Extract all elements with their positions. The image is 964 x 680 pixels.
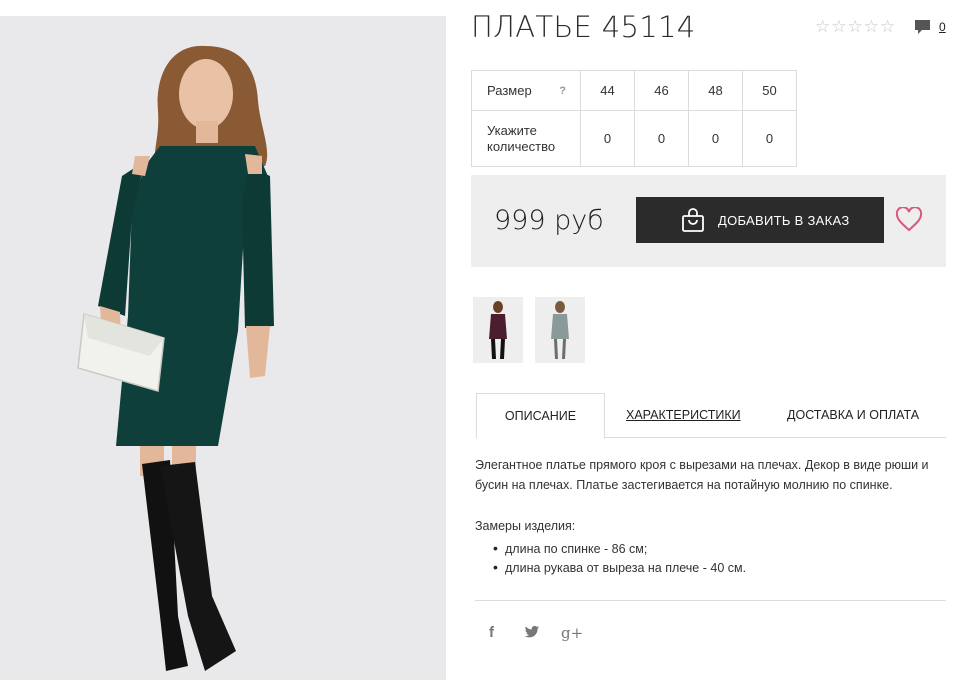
size-table: Размер? 44 46 48 50 Укажите количество 0… (471, 70, 797, 167)
facebook-icon[interactable]: f (489, 624, 494, 641)
price: 999 руб (494, 205, 604, 236)
thumbnail-burgundy[interactable] (473, 297, 523, 363)
shopping-bag-icon (680, 207, 706, 233)
list-item: длина по спинке - 86 см; (493, 539, 746, 558)
add-to-order-label: ДОБАВИТЬ В ЗАКАЗ (718, 212, 850, 228)
size-cell: 46 (634, 70, 689, 111)
size-cell: 50 (742, 70, 797, 111)
thumbnail-grey[interactable] (535, 297, 585, 363)
measures-list: длина по спинке - 86 см; длина рукава от… (493, 539, 746, 577)
divider (475, 600, 946, 601)
size-cell: 44 (580, 70, 635, 111)
product-tabs: ОПИСАНИЕ ХАРАКТЕРИСТИКИ ДОСТАВКА И ОПЛАТ… (476, 393, 946, 439)
star-outline-icon[interactable]: ☆ (831, 17, 846, 37)
measures-title: Замеры изделия: (475, 519, 576, 533)
size-cell: 48 (688, 70, 743, 111)
size-label: Размер (487, 82, 532, 98)
rating-stars[interactable]: ☆ ☆ ☆ ☆ ☆ (815, 17, 895, 37)
tab-characteristics[interactable]: ХАРАКТЕРИСТИКИ (626, 393, 741, 438)
size-label-cell: Размер? (471, 70, 581, 111)
quantity-label: Укажите количество (471, 110, 581, 167)
size-help-icon[interactable]: ? (559, 83, 566, 99)
quantity-input[interactable]: 0 (634, 110, 689, 167)
star-outline-icon[interactable]: ☆ (815, 17, 830, 37)
product-title: ПЛАТЬЕ 45114 (471, 10, 696, 44)
tab-delivery-payment[interactable]: ДОСТАВКА И ОПЛАТА (787, 393, 919, 438)
product-main-image[interactable] (0, 16, 446, 680)
quantity-input[interactable]: 0 (580, 110, 635, 167)
comment-icon[interactable] (914, 19, 931, 41)
add-to-order-button[interactable]: ДОБАВИТЬ В ЗАКАЗ (636, 197, 884, 243)
heart-icon[interactable] (895, 206, 923, 238)
quantity-input[interactable]: 0 (742, 110, 797, 167)
star-outline-icon[interactable]: ☆ (880, 17, 895, 37)
star-outline-icon[interactable]: ☆ (864, 17, 879, 37)
comments-count-link[interactable]: 0 (939, 20, 946, 34)
quantity-input[interactable]: 0 (688, 110, 743, 167)
star-outline-icon[interactable]: ☆ (848, 17, 863, 37)
description-text: Элегантное платье прямого кроя с вырезам… (475, 458, 929, 492)
tab-description[interactable]: ОПИСАНИЕ (476, 393, 605, 439)
google-plus-icon[interactable]: g+ (561, 624, 583, 642)
list-item: длина рукава от выреза на плече - 40 см. (493, 558, 746, 577)
twitter-icon[interactable] (524, 625, 540, 643)
buy-panel: 999 руб ДОБАВИТЬ В ЗАКАЗ (471, 175, 946, 267)
